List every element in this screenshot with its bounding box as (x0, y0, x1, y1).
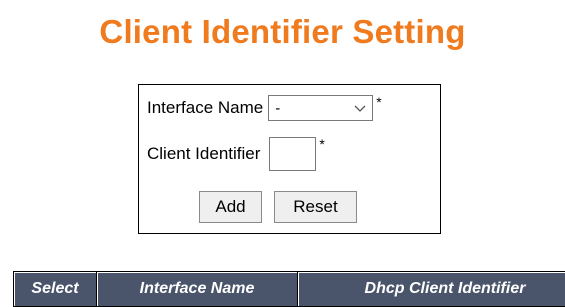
table-header-row: Select Interface Name Dhcp Client Identi… (14, 272, 565, 307)
client-identifier-form: Interface Name - * Client Identifier * A… (138, 84, 441, 234)
interface-name-select[interactable]: - (268, 95, 373, 121)
interface-name-label: Interface Name (147, 98, 263, 118)
interface-name-required-mark: * (376, 95, 381, 109)
column-header-interface-name: Interface Name (97, 272, 298, 307)
column-header-select: Select (14, 272, 97, 307)
client-identifier-table: Select Interface Name Dhcp Client Identi… (13, 271, 565, 307)
column-header-dhcp-client-identifier: Dhcp Client Identifier (298, 272, 565, 307)
interface-name-selected-value: - (275, 100, 280, 117)
page-title: Client Identifier Setting (0, 12, 565, 52)
chevron-down-icon (354, 103, 366, 113)
client-identifier-input[interactable] (269, 137, 316, 171)
reset-button[interactable]: Reset (274, 191, 357, 223)
cropped-text-fragment (0, 0, 22, 2)
form-buttons: Add Reset (199, 191, 357, 223)
interface-name-row: Interface Name - * (147, 95, 382, 121)
client-identifier-required-mark: * (319, 137, 324, 151)
client-identifier-row: Client Identifier * (147, 137, 325, 171)
client-identifier-label: Client Identifier (147, 144, 260, 164)
add-button[interactable]: Add (199, 191, 262, 223)
